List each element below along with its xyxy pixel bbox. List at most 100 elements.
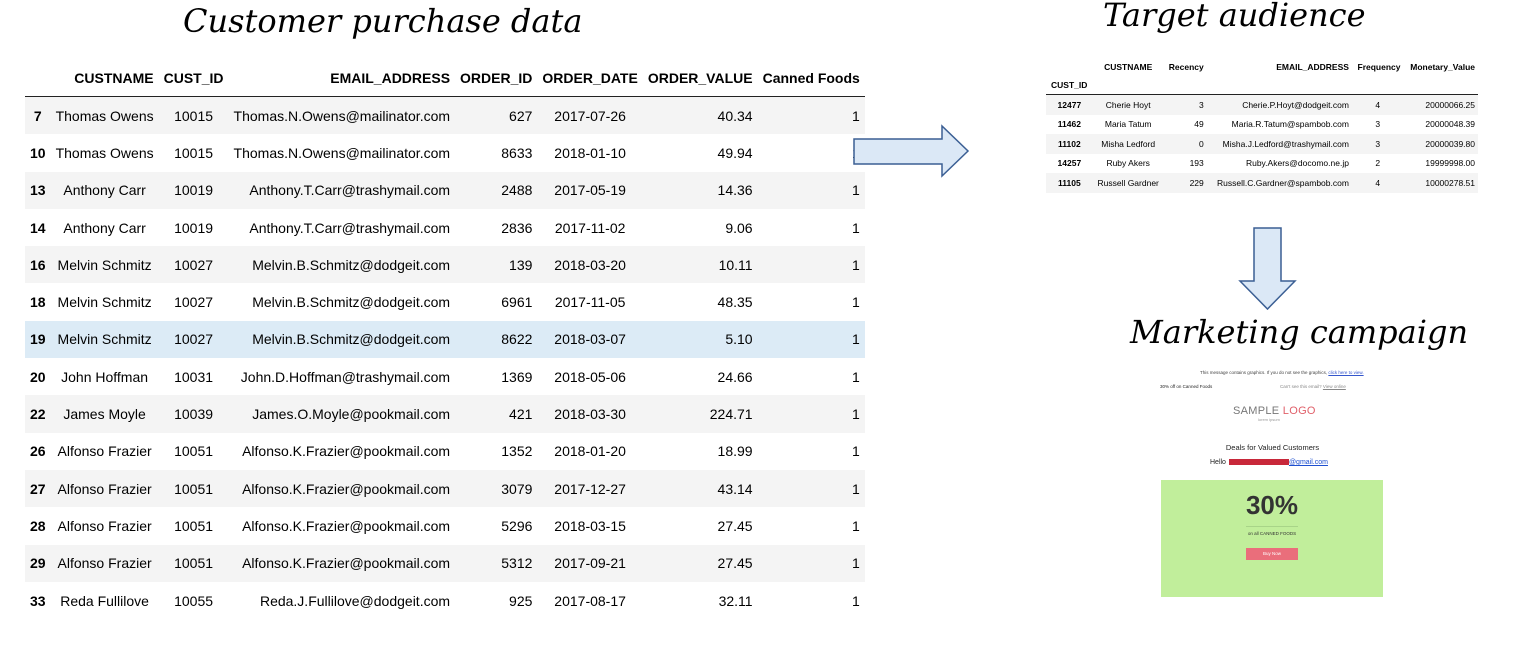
table-cell: 20000039.80	[1403, 134, 1478, 154]
row-index: 11105	[1046, 173, 1093, 193]
table-cell: 1	[757, 544, 865, 582]
row-index: 11462	[1057, 119, 1081, 130]
table-row: 33 Reda Fullilove 10055 Reda.J.Fullilove@do…	[25, 582, 865, 619]
redacted-email	[1228, 459, 1289, 466]
table-cell: 2017-11-02	[554, 219, 626, 236]
table-cell: 10051	[174, 517, 214, 534]
table-cell: 2018-05-06	[554, 368, 626, 385]
table-cell: Anthony Carr	[63, 219, 146, 236]
recipient-email-link[interactable]: @gmail.com	[1289, 459, 1328, 466]
table-row: 11462 Maria Tatum 49 Maria.R.Tatum@spambob.…	[1046, 115, 1478, 135]
table-cell: 2018-03-30	[537, 395, 643, 433]
table-cell: 229	[1163, 173, 1207, 193]
table-row: 29 Alfonso Frazier 10051 Alfonso.K.Frazier@…	[25, 544, 865, 582]
column-header	[25, 60, 51, 97]
row-index: 18	[30, 294, 46, 311]
table-cell: 27.45	[717, 517, 753, 534]
table-cell: 1	[852, 219, 860, 236]
table-cell: Maria Tatum	[1104, 119, 1152, 130]
table-cell: 1	[757, 246, 865, 284]
table-cell: 5.10	[642, 320, 758, 359]
column-header: Canned Foods	[757, 60, 865, 97]
table-cell: 10055	[174, 592, 214, 609]
table-cell: 4	[1351, 94, 1404, 115]
table-cell: 2018-03-20	[537, 246, 643, 284]
row-index: 19	[25, 320, 51, 359]
table-cell: 32.11	[718, 592, 753, 609]
table-cell: Cherie Hoyt	[1092, 94, 1164, 115]
table-cell: Thomas Owens	[50, 96, 159, 135]
table-cell: Anthony Carr	[50, 171, 159, 209]
table-cell: Misha Ledford	[1092, 134, 1164, 154]
table-row: 27 Alfonso Frazier 10051 Alfonso.K.Frazier@…	[25, 469, 865, 508]
promo-banner: 30% on all CANNED FOODS Buy Now	[1161, 480, 1383, 597]
table-cell: 3	[1375, 119, 1381, 130]
purchase-table-header-row: CUSTNAME CUST_ID EMAIL_ADDRESS ORDER_ID ORDE…	[25, 60, 865, 97]
view-online-row: Can't see this email? View online	[1280, 384, 1346, 389]
table-cell: John Hoffman	[61, 368, 149, 385]
table-row: 16 Melvin Schmitz 10027 Melvin.B.Schmitz@do…	[25, 246, 865, 284]
table-cell: 2018-01-10	[554, 144, 626, 161]
table-cell: 2836	[501, 219, 533, 236]
column-header: CUSTNAME	[50, 60, 159, 97]
table-cell: 1	[852, 294, 860, 311]
table-cell: 627	[455, 96, 538, 135]
table-cell: Alfonso.K.Frazier@pookmail.com	[242, 443, 451, 460]
table-cell: 10019	[174, 219, 214, 236]
table-cell: 1	[852, 592, 860, 609]
table-cell: John.D.Hoffman@trashymail.com	[240, 368, 451, 385]
table-cell: 5296	[501, 517, 533, 534]
target-audience-table: CUSTNAME Recency EMAIL_ADDRESS Frequency Mon…	[1046, 58, 1478, 193]
table-row: 11102 Misha Ledford 0 Misha.J.Ledford@trash…	[1046, 134, 1478, 154]
table-cell: 2017-07-26	[537, 96, 643, 135]
down-arrow-icon	[1238, 227, 1297, 311]
table-cell: 4	[1351, 173, 1404, 193]
purchase-data-heading: Customer purchase data	[183, 2, 583, 40]
table-row: 19 Melvin Schmitz 10027 Melvin.B.Schmitz@do…	[25, 320, 865, 359]
table-cell: 1	[757, 469, 865, 508]
column-header: Monetary_Value	[1410, 62, 1475, 72]
table-row: 12477 Cherie Hoyt 3 Cherie.P.Hoyt@dodgeit.c…	[1046, 94, 1478, 115]
table-cell: Melvin Schmitz	[50, 246, 159, 284]
table-cell: 10027	[158, 246, 229, 284]
table-cell: Melvin Schmitz	[57, 294, 152, 311]
table-cell: Ruby Akers	[1106, 158, 1150, 169]
buy-now-button[interactable]: Buy Now	[1246, 548, 1298, 560]
table-cell: 10.11	[642, 246, 758, 284]
table-cell: 1	[852, 368, 860, 385]
table-cell: 10015	[158, 96, 229, 135]
table-cell: Cherie.P.Hoyt@dodgeit.com	[1206, 94, 1352, 115]
table-cell: 421	[455, 395, 538, 433]
promo-divider	[1246, 526, 1298, 527]
logo-subtitle: lorem ipsum	[1258, 417, 1280, 422]
table-cell: 1	[757, 171, 865, 209]
table-cell: Ruby.Akers@docomo.ne.jp	[1245, 158, 1349, 169]
table-cell: 139	[455, 246, 538, 284]
table-cell: Anthony.T.Carr@trashymail.com	[249, 219, 451, 236]
table-cell: Russell Gardner	[1092, 173, 1164, 193]
column-header: EMAIL_ADDRESS	[228, 60, 456, 97]
email-subject: 30% off on Canned Foods	[1160, 384, 1213, 389]
table-cell: James.O.Moyle@pookmail.com	[228, 395, 456, 433]
table-cell: 18.99	[717, 443, 753, 460]
view-graphics-link[interactable]: click here to view.	[1328, 370, 1363, 375]
table-cell: Russell.C.Gardner@spambob.com	[1206, 173, 1352, 193]
table-row: 10 Thomas Owens 10015 Thomas.N.Owens@mailin…	[25, 134, 865, 171]
table-cell: 0	[1163, 134, 1207, 154]
table-cell: 9.06	[725, 219, 753, 236]
table-cell: Melvin Schmitz	[50, 320, 159, 359]
table-cell: Reda Fullilove	[60, 592, 149, 609]
column-header: ORDER_ID	[455, 60, 538, 97]
table-cell: 43.14	[642, 469, 758, 508]
table-row: 26 Alfonso Frazier 10051 Alfonso.K.Frazier@…	[25, 433, 865, 470]
table-cell: Melvin.B.Schmitz@dodgeit.com	[228, 320, 456, 359]
row-index: 7	[25, 96, 51, 135]
view-online-link[interactable]: View online	[1323, 384, 1346, 389]
target-audience-heading: Target audience	[1103, 0, 1366, 34]
table-cell: 20000048.39	[1425, 119, 1475, 130]
table-cell: 1352	[501, 443, 533, 460]
table-cell: Alfonso Frazier	[50, 469, 159, 508]
row-index: 29	[25, 544, 51, 582]
table-cell: 49	[1194, 119, 1204, 130]
table-cell: Reda.J.Fullilove@dodgeit.com	[259, 592, 451, 609]
